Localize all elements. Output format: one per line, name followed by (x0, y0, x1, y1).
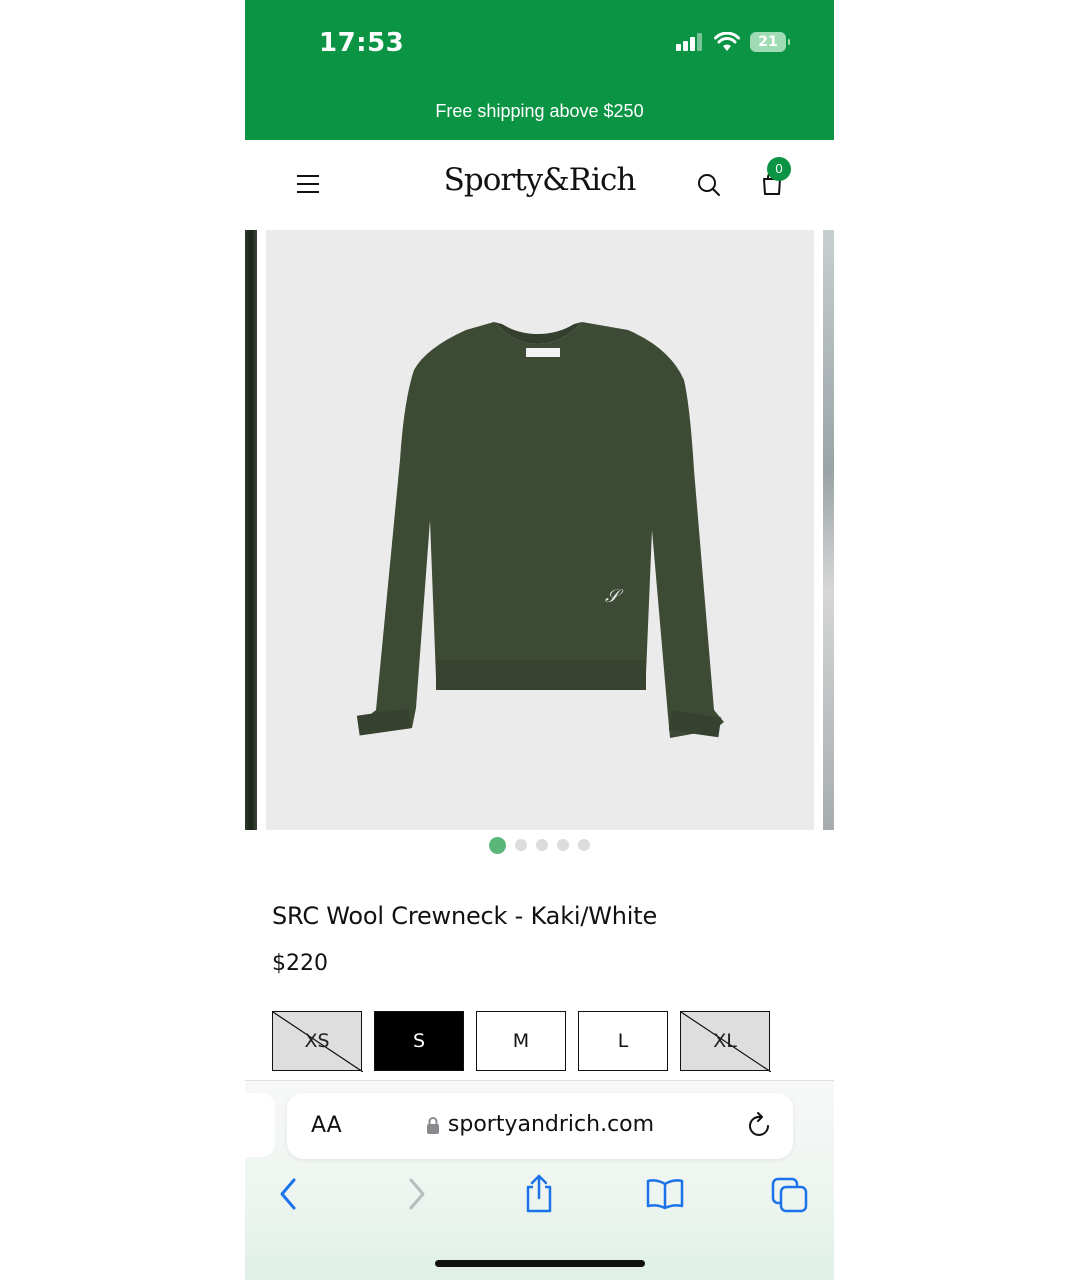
reload-icon[interactable] (747, 1111, 773, 1139)
size-option-s[interactable]: S (374, 1011, 464, 1071)
status-time: 17:53 (319, 28, 405, 58)
carousel-dot-2[interactable] (515, 839, 527, 851)
battery-indicator: 21 (750, 32, 790, 52)
product-image-carousel[interactable]: 𝒮 (245, 230, 834, 830)
browser-toolbar (245, 1174, 834, 1227)
phone-screen: 17:53 21 Free shipping above $250 Sporty… (245, 0, 834, 1280)
product-title: SRC Wool Crewneck - Kaki/White (272, 902, 658, 930)
share-icon[interactable] (523, 1173, 555, 1213)
url-text: sportyandrich.com (447, 1112, 655, 1137)
cellular-signal-icon (676, 33, 702, 51)
carousel-pagination (245, 837, 834, 854)
previous-slide-peek[interactable] (245, 230, 257, 830)
size-option-m[interactable]: M (476, 1011, 566, 1071)
forward-icon[interactable] (407, 1177, 427, 1211)
previous-tab-edge[interactable] (245, 1093, 275, 1157)
carousel-dot-1[interactable] (489, 837, 506, 854)
safari-bottom-bar: AA sportyandrich.com (245, 1080, 834, 1280)
brand-logo[interactable]: Sporty&Rich (245, 162, 834, 198)
site-header: Sporty&Rich 0 (245, 140, 834, 230)
promo-banner-text: Free shipping above $250 (435, 101, 644, 121)
size-label: S (412, 1030, 426, 1052)
carousel-dot-4[interactable] (557, 839, 569, 851)
size-option-xs[interactable]: XS (272, 1011, 363, 1072)
size-label: XS (304, 1030, 330, 1052)
size-label: XL (713, 1030, 737, 1052)
carousel-dot-5[interactable] (578, 839, 590, 851)
product-price: $220 (272, 951, 328, 976)
size-label: L (617, 1030, 629, 1052)
tabs-icon[interactable] (771, 1177, 809, 1213)
search-icon[interactable] (697, 173, 721, 197)
carousel-dot-3[interactable] (536, 839, 548, 851)
product-image[interactable]: 𝒮 (266, 230, 814, 830)
next-slide-peek[interactable] (823, 230, 834, 830)
top-green-header: 17:53 21 Free shipping above $250 (245, 0, 834, 140)
size-label: M (512, 1030, 530, 1052)
back-icon[interactable] (278, 1177, 298, 1211)
cart-count-badge: 0 (767, 157, 791, 181)
home-indicator[interactable] (435, 1260, 645, 1267)
size-selector: XS S M L XL (272, 1011, 771, 1072)
lock-icon (426, 1117, 439, 1134)
bookmarks-icon[interactable] (645, 1177, 685, 1211)
status-icons: 21 (676, 32, 790, 52)
size-option-l[interactable]: L (578, 1011, 668, 1071)
address-text[interactable]: sportyandrich.com (287, 1112, 793, 1137)
wifi-icon (714, 32, 740, 51)
size-option-xl[interactable]: XL (680, 1011, 771, 1072)
sweater-image: 𝒮 (356, 322, 724, 738)
address-bar[interactable]: AA sportyandrich.com (287, 1093, 793, 1159)
